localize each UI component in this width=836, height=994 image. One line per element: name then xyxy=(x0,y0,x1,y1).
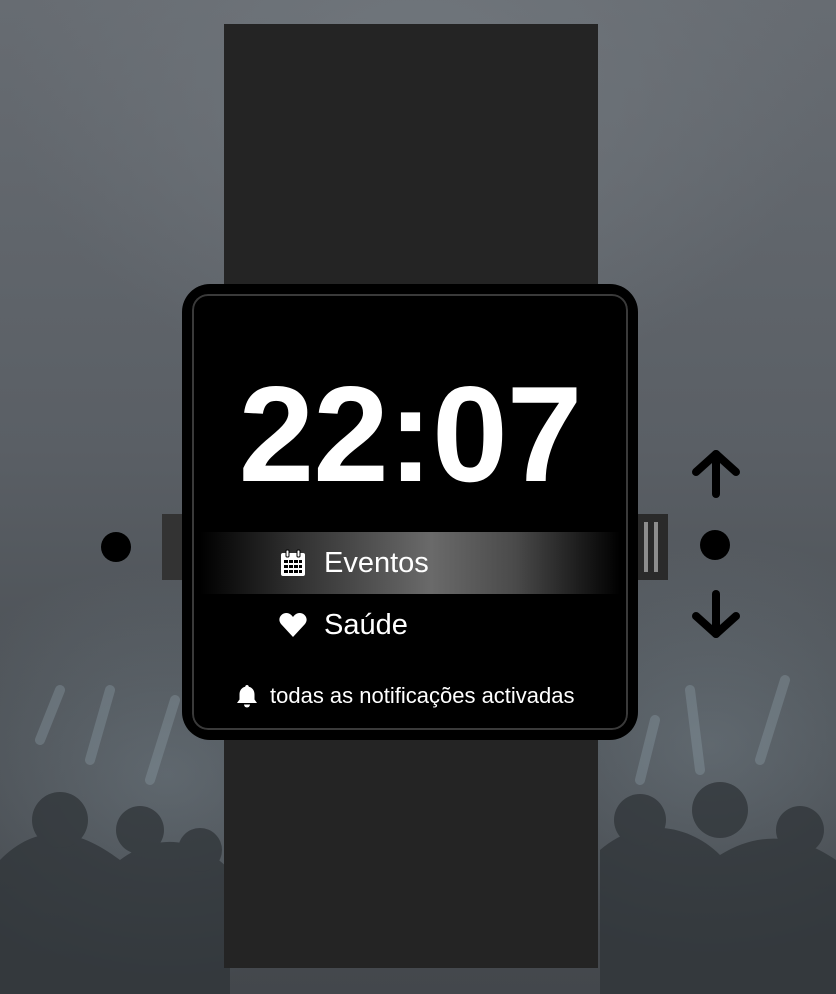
knob-grip-line xyxy=(644,522,648,572)
menu-item-eventos[interactable]: Eventos xyxy=(200,532,620,594)
menu-label-eventos: Eventos xyxy=(324,547,429,579)
calendar-icon xyxy=(281,549,305,576)
background-scene: 22:07 Eventos Saúde todas as notificaçõe… xyxy=(0,0,836,994)
bell-icon xyxy=(237,685,257,708)
arrow-down-icon[interactable] xyxy=(690,588,742,640)
arrow-up-icon[interactable] xyxy=(690,448,742,500)
notification-label: todas as notificações activadas xyxy=(270,683,575,708)
menu-label-saude: Saúde xyxy=(324,609,408,641)
left-dot-button[interactable] xyxy=(101,532,131,562)
clock-time: 22:07 xyxy=(238,358,583,510)
right-dot-button[interactable] xyxy=(700,530,730,560)
knob-grip-line xyxy=(654,522,658,572)
menu-item-saude[interactable]: Saúde xyxy=(200,594,620,656)
heart-icon xyxy=(279,613,307,637)
smartwatch-face: 22:07 Eventos Saúde todas as notificaçõe… xyxy=(182,284,638,740)
